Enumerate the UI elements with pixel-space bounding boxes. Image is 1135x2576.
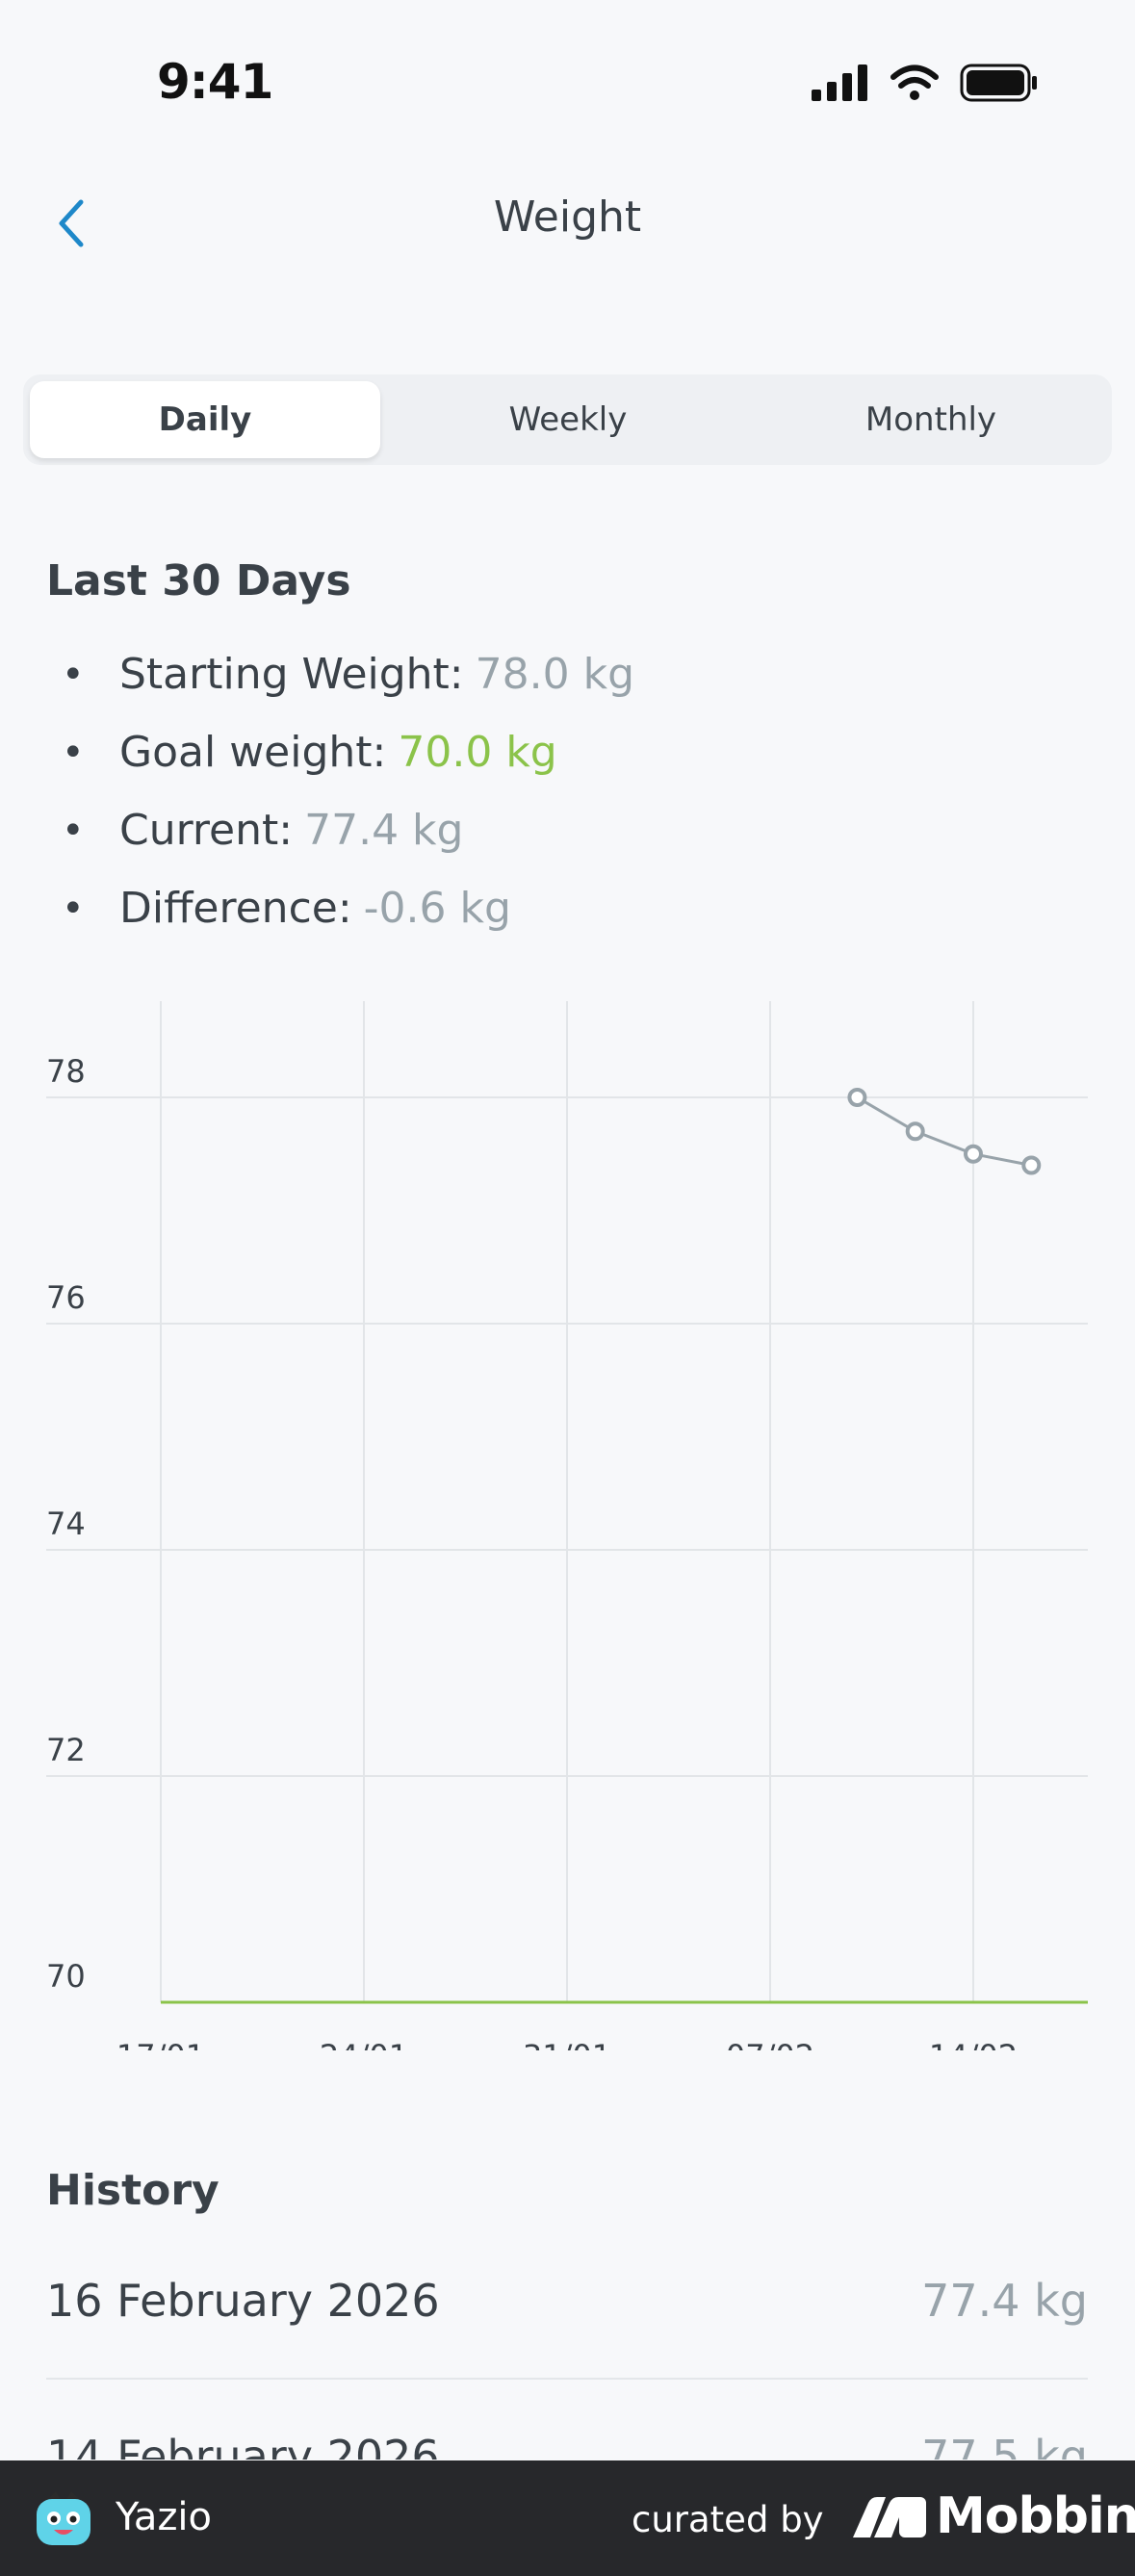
tab-weekly[interactable]: Weekly (393, 381, 743, 458)
history-date: 14 February 2026 (46, 2431, 440, 2460)
yazio-logo-icon (37, 2491, 90, 2545)
history-date: 16 February 2026 (46, 2275, 440, 2327)
stat-label: Difference: (119, 884, 352, 933)
page-title: Weight (493, 193, 642, 242)
bullet-icon: • (62, 886, 85, 931)
signal-icon (812, 64, 867, 101)
history-row[interactable]: 14 February 2026 77.5 kg (46, 2380, 1088, 2460)
summary-title: Last 30 Days (46, 556, 351, 605)
status-time: 9:41 (157, 54, 273, 110)
stat-label: Goal weight: (119, 728, 387, 777)
battery-icon (960, 64, 1037, 102)
data-point (1021, 1155, 1042, 1175)
stat-value: 77.4 kg (304, 806, 464, 855)
x-tick-label: 14/02 (929, 2038, 1018, 2050)
stat-goal-weight: • Goal weight: 70.0 kg (46, 713, 634, 791)
data-point (905, 1121, 925, 1142)
period-segmented-control: Daily Weekly Monthly (23, 374, 1112, 465)
y-tick-label: 78 (46, 1053, 86, 1090)
y-tick-label: 72 (46, 1732, 86, 1768)
wifi-icon (890, 64, 939, 100)
y-tick-label: 70 (46, 1958, 86, 1995)
footer-brand: Mobbin (936, 2487, 1135, 2545)
y-tick-label: 76 (46, 1279, 86, 1316)
history-weight: 77.5 kg (921, 2431, 1088, 2460)
footer-curated-label: curated by (632, 2499, 824, 2540)
summary-stats: • Starting Weight: 78.0 kg • Goal weight… (46, 635, 634, 947)
stat-value: -0.6 kg (363, 884, 511, 933)
series-line (856, 1095, 1032, 1167)
stat-starting-weight: • Starting Weight: 78.0 kg (46, 635, 634, 713)
data-point (847, 1088, 867, 1107)
mobbin-logo-icon (853, 2497, 926, 2537)
x-tick-label: 31/01 (523, 2038, 611, 2050)
tab-daily[interactable]: Daily (30, 381, 380, 458)
stat-value: 78.0 kg (475, 650, 635, 699)
footer-bar: Yazio curated by Mobbin (0, 2460, 1135, 2576)
bullet-icon: • (62, 808, 85, 853)
bullet-icon: • (62, 652, 85, 697)
status-icons (812, 64, 1039, 102)
history-row[interactable]: 16 February 2026 77.4 kg (46, 2224, 1088, 2380)
history-weight: 77.4 kg (921, 2275, 1088, 2327)
stat-label: Current: (119, 806, 294, 855)
stat-difference: • Difference: -0.6 kg (46, 869, 634, 947)
history-title: History (46, 2166, 219, 2215)
tab-monthly[interactable]: Monthly (756, 381, 1106, 458)
stat-label: Starting Weight: (119, 650, 464, 699)
weight-chart: 17/01 24/01 31/01 07/02 14/02 78 76 74 72 70 (46, 1001, 1088, 2050)
x-tick-label: 17/01 (116, 2038, 205, 2050)
status-bar: 9:41 (0, 0, 1135, 164)
stat-current-weight: • Current: 77.4 kg (46, 791, 634, 869)
stat-value: 70.0 kg (398, 728, 557, 777)
nav-header: Weight (0, 164, 1135, 279)
data-point (964, 1144, 983, 1164)
bullet-icon: • (62, 730, 85, 775)
x-tick-label: 24/01 (320, 2038, 408, 2050)
history-list: 16 February 2026 77.4 kg 14 February 202… (46, 2224, 1088, 2460)
x-tick-label: 07/02 (726, 2038, 814, 2050)
y-tick-label: 74 (46, 1506, 86, 1542)
footer-app-name: Yazio (116, 2495, 213, 2539)
